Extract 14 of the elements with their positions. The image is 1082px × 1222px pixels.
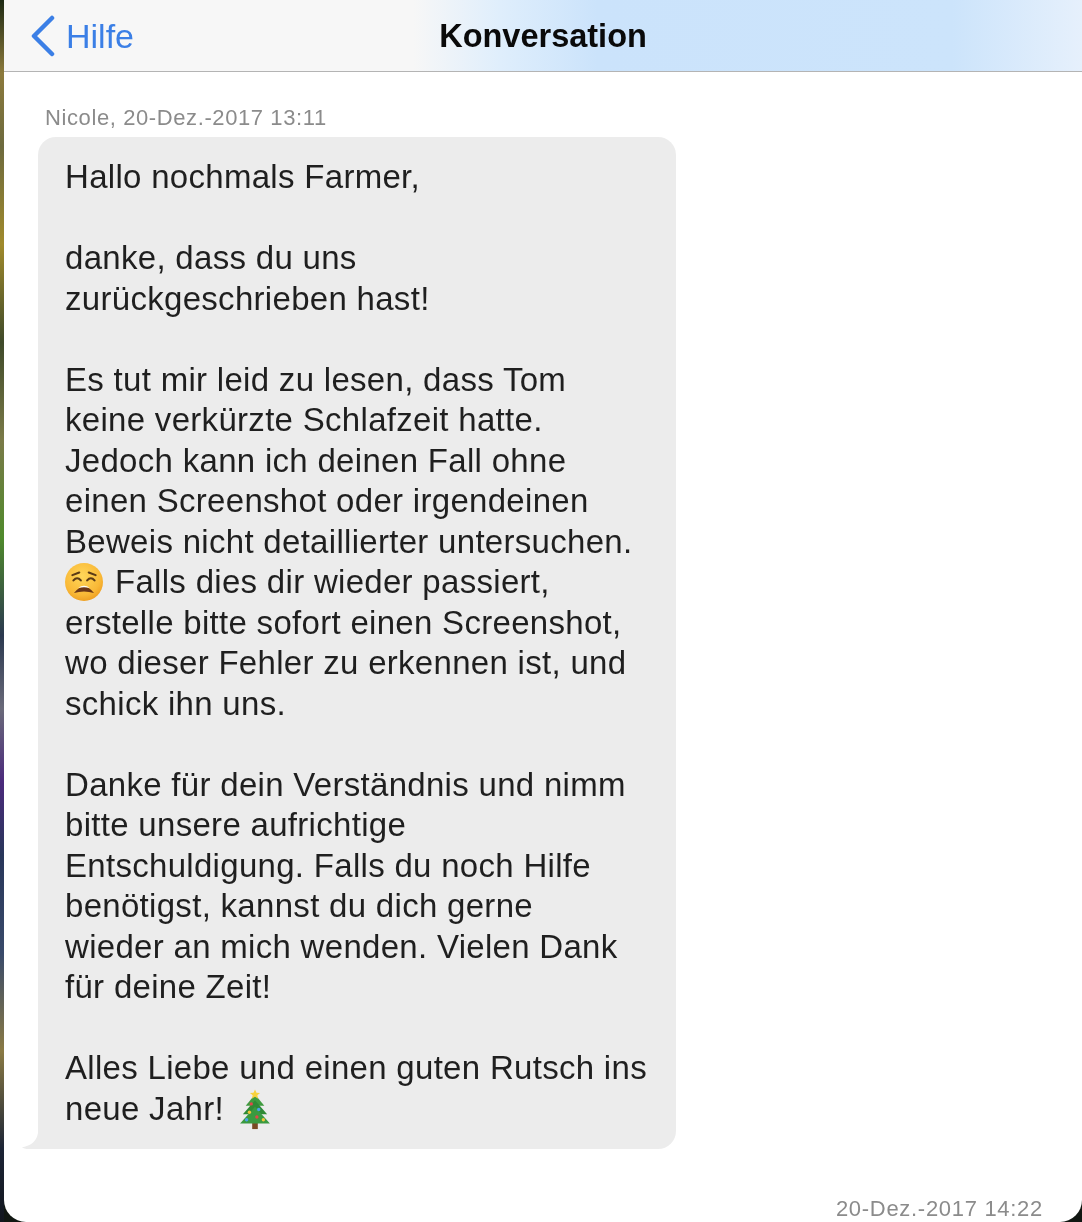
- message-timestamp: 20-Dez.-2017 14:22: [835, 1196, 1043, 1222]
- message-text: danke, dass du uns zurückgeschrieben hast!: [65, 238, 430, 319]
- message-text: neue Jahr!: [65, 1088, 224, 1129]
- message-sender-timestamp: Nicole, 20-Dez.-2017 13:11: [45, 105, 327, 131]
- message-text: Falls dies dir wieder passiert,: [115, 562, 550, 602]
- navigation-title: Konversation: [439, 16, 647, 56]
- message-text: Hallo nochmals Farmer,: [65, 157, 421, 197]
- weary-face-icon: [65, 563, 103, 602]
- message-text: Alles Liebe und einen guten Rutsch ins: [65, 1048, 647, 1088]
- message-text: Es tut mir leid zu lesen, dass Tom keine verkürzte Schlafzeit hatte. Jedoch kann ich deinen Fall ohne einen Screenshot oder irgendeinen Beweis nicht detaillierter untersuchen.: [65, 359, 633, 562]
- message-text: erstelle bitte sofort einen Screenshot, wo dieser Fehler zu erkennen ist, und schick ihn uns.: [65, 602, 627, 724]
- message-text: Danke für dein Verständnis und nimm bitte unsere aufrichtige Entschuldigung. Falls du noch Hilfe benötigst, kannst du dich gerne wieder an mich wenden. Vielen Dank für deine Zeit!: [65, 764, 626, 1007]
- back-button[interactable]: Hilfe: [30, 14, 135, 57]
- chevron-left-icon: [30, 14, 56, 57]
